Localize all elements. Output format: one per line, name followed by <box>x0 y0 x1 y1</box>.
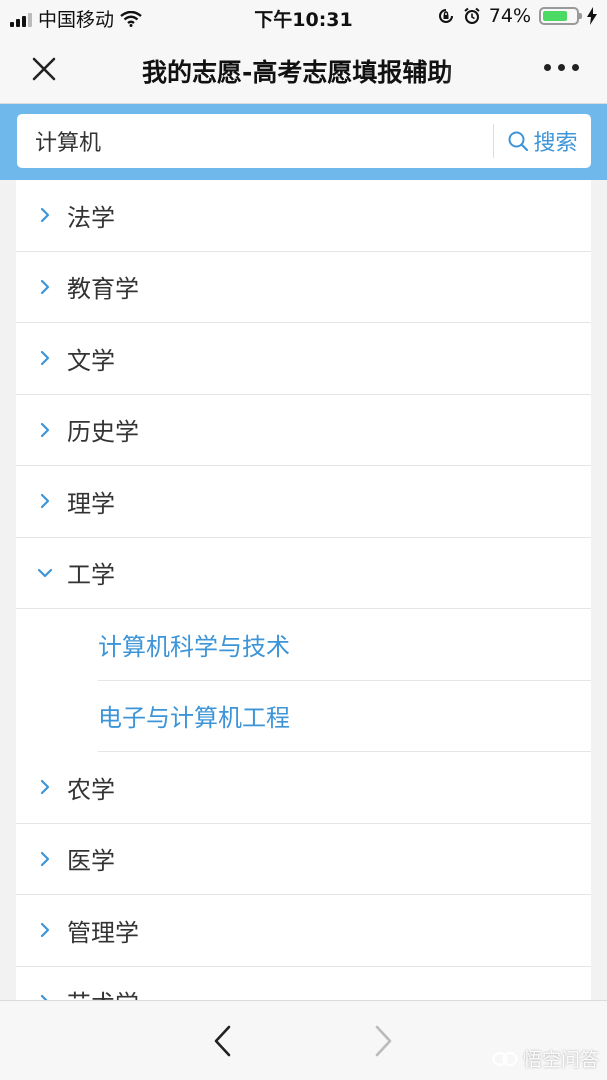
category-item[interactable]: 教育学 <box>16 252 591 323</box>
orientation-lock-icon <box>438 9 453 23</box>
chevron-right-icon <box>40 780 50 795</box>
forward-arrow-icon <box>375 1025 392 1057</box>
chevron-right-icon <box>40 494 50 509</box>
category-item[interactable]: 农学 <box>16 752 591 824</box>
category-item[interactable]: 艺术学 <box>16 967 591 1000</box>
category-label: 理学 <box>67 489 115 518</box>
category-label: 农学 <box>67 775 115 804</box>
category-label: 工学 <box>67 561 115 590</box>
battery-percent: 74% <box>488 5 531 27</box>
category-label: 管理学 <box>67 918 139 947</box>
search-box: 搜索 <box>17 114 591 168</box>
category-label: 历史学 <box>67 418 139 447</box>
search-input[interactable] <box>17 114 477 168</box>
battery-icon <box>539 7 582 25</box>
status-right: 74% <box>437 5 597 27</box>
status-bar: 中国移动 下午10:31 74% <box>0 0 607 34</box>
watermark-text: 悟空问答 <box>522 1049 599 1071</box>
chevron-down-icon <box>37 568 53 577</box>
category-item[interactable]: 历史学 <box>16 395 591 466</box>
close-icon[interactable] <box>26 51 62 87</box>
category-label: 教育学 <box>67 275 139 304</box>
category-list: 法学教育学文学历史学理学工学计算机科学与技术电子与计算机工程农学医学管理学艺术学 <box>16 180 591 1000</box>
subcategory-label: 计算机科学与技术 <box>98 632 290 661</box>
category-item[interactable]: 文学 <box>16 323 591 395</box>
category-label: 文学 <box>67 346 115 375</box>
search-icon <box>508 131 529 152</box>
search-button[interactable]: 搜索 <box>494 114 591 168</box>
chevron-right-icon <box>40 994 48 1000</box>
back-arrow-icon[interactable] <box>208 1023 238 1059</box>
chevron-right-icon <box>40 422 50 437</box>
search-button-label: 搜索 <box>533 131 578 156</box>
chevron-right-icon <box>40 208 50 223</box>
page-title: 我的志愿-高考志愿填报辅助 <box>142 58 453 87</box>
chevron-right-icon <box>40 279 50 294</box>
search-band: 搜索 <box>0 104 607 180</box>
subcategory-item[interactable]: 计算机科学与技术 <box>98 609 591 681</box>
category-label: 艺术学 <box>67 984 139 1000</box>
watermark-logo <box>492 1051 518 1066</box>
chevron-right-icon <box>40 351 50 366</box>
category-item[interactable]: 法学 <box>16 180 591 252</box>
watermark: 悟空问答 <box>492 1045 599 1072</box>
subcategory-item[interactable]: 电子与计算机工程 <box>98 681 591 752</box>
more-menu-icon[interactable] <box>544 64 579 71</box>
category-item[interactable]: 工学 <box>16 538 591 609</box>
category-label: 医学 <box>67 847 115 876</box>
category-item[interactable]: 理学 <box>16 466 591 538</box>
chevron-right-icon <box>40 923 50 938</box>
category-item[interactable]: 医学 <box>16 824 591 895</box>
alarm-icon <box>464 7 480 24</box>
subcategory-label: 电子与计算机工程 <box>98 704 290 733</box>
nav-bar: 我的志愿-高考志愿填报辅助 <box>0 34 607 104</box>
category-item[interactable]: 管理学 <box>16 895 591 967</box>
charging-icon <box>587 7 597 25</box>
category-label: 法学 <box>67 203 115 232</box>
chevron-right-icon <box>40 851 50 866</box>
bottom-toolbar: 悟空问答 <box>0 1000 607 1080</box>
